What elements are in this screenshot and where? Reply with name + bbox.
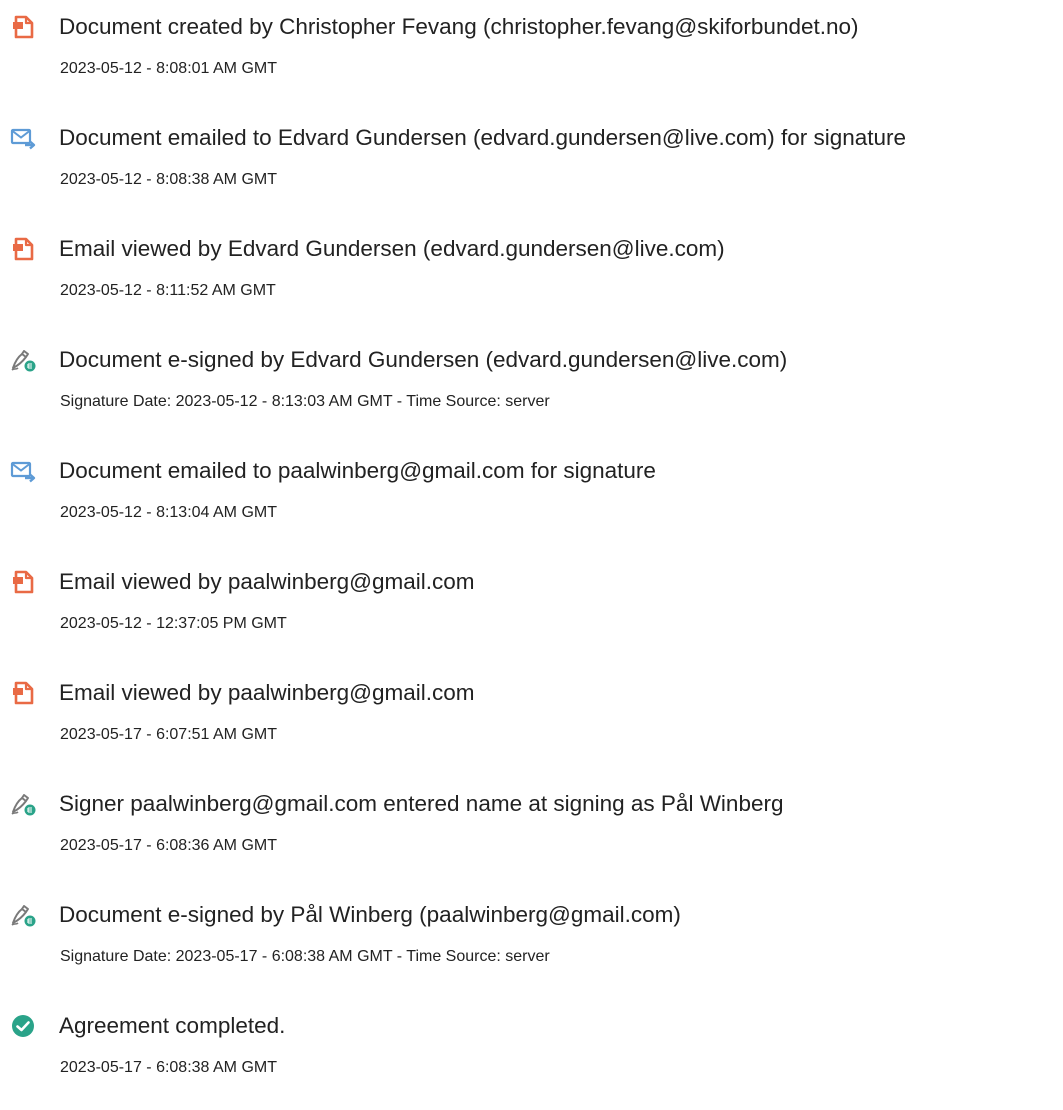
event-timestamp: 2023-05-12 - 8:11:52 AM GMT (60, 282, 276, 299)
audit-event-document-emailed: Document emailed to paalwinberg@gmail.co… (0, 444, 1063, 544)
event-title: Email viewed by paalwinberg@gmail.com (59, 680, 475, 705)
email-forward-icon (9, 457, 37, 485)
event-title: Email viewed by Edvard Gundersen (edvard… (59, 236, 725, 261)
event-title: Document emailed to paalwinberg@gmail.co… (59, 458, 656, 483)
audit-event-document-e-signed: Document e-signed by Pål Winberg (paalwi… (0, 888, 1063, 988)
event-title: Signer paalwinberg@gmail.com entered nam… (59, 791, 784, 816)
audit-event-signer-name-entered: Signer paalwinberg@gmail.com entered nam… (0, 777, 1063, 877)
audit-event-document-e-signed: Document e-signed by Edvard Gundersen (e… (0, 333, 1063, 433)
event-timestamp: 2023-05-17 - 6:08:36 AM GMT (60, 837, 277, 854)
e-signature-icon (9, 346, 37, 374)
e-signature-icon (9, 901, 37, 929)
event-timestamp: 2023-05-12 - 8:08:38 AM GMT (60, 171, 277, 188)
event-title: Document e-signed by Edvard Gundersen (e… (59, 347, 788, 372)
event-title: Document created by Christopher Fevang (… (59, 14, 859, 39)
event-timestamp: 2023-05-17 - 6:08:38 AM GMT (60, 1059, 277, 1076)
event-timestamp: 2023-05-12 - 12:37:05 PM GMT (60, 615, 287, 632)
event-signature-date: Signature Date: 2023-05-12 - 8:13:03 AM … (60, 393, 550, 410)
event-title: Email viewed by paalwinberg@gmail.com (59, 569, 475, 594)
audit-event-agreement-completed: Agreement completed. 2023-05-17 - 6:08:3… (0, 999, 1063, 1099)
document-icon (9, 13, 37, 41)
event-timestamp: 2023-05-12 - 8:13:04 AM GMT (60, 504, 277, 521)
document-icon (9, 235, 37, 263)
email-forward-icon (9, 124, 37, 152)
event-title: Agreement completed. (59, 1013, 286, 1038)
e-signature-icon (9, 790, 37, 818)
audit-event-email-viewed: Email viewed by paalwinberg@gmail.com 20… (0, 666, 1063, 766)
audit-event-document-emailed: Document emailed to Edvard Gundersen (ed… (0, 111, 1063, 211)
audit-event-document-created: Document created by Christopher Fevang (… (0, 0, 1063, 100)
audit-event-email-viewed: Email viewed by paalwinberg@gmail.com 20… (0, 555, 1063, 655)
event-title: Document emailed to Edvard Gundersen (ed… (59, 125, 907, 150)
document-icon (9, 568, 37, 596)
document-icon (9, 679, 37, 707)
audit-event-email-viewed: Email viewed by Edvard Gundersen (edvard… (0, 222, 1063, 322)
event-timestamp: 2023-05-17 - 6:07:51 AM GMT (60, 726, 277, 743)
checkmark-circle-icon (9, 1012, 37, 1040)
event-timestamp: 2023-05-12 - 8:08:01 AM GMT (60, 60, 277, 77)
event-title: Document e-signed by Pål Winberg (paalwi… (59, 902, 681, 927)
event-signature-date: Signature Date: 2023-05-17 - 6:08:38 AM … (60, 948, 550, 965)
